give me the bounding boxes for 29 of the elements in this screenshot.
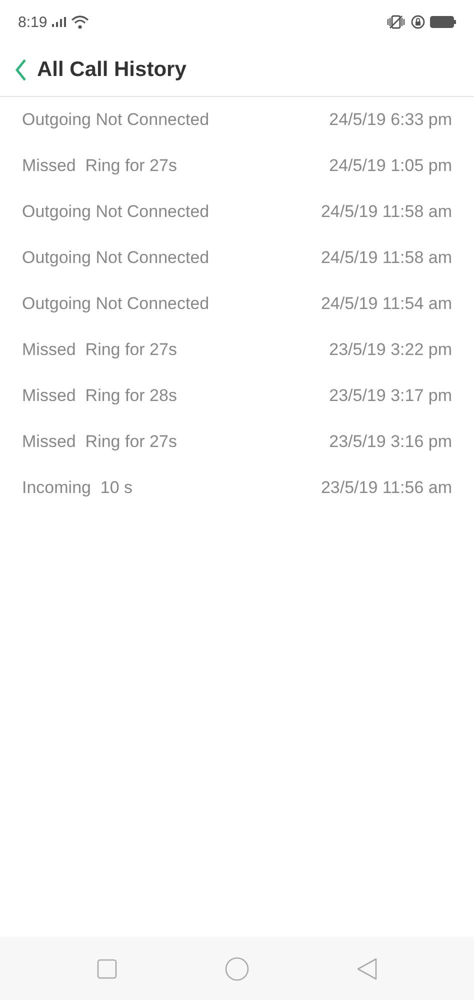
call-time: 23/5/19 3:16 pm (329, 432, 452, 452)
call-type: Incoming 10 s (22, 478, 133, 498)
call-time: 23/5/19 3:22 pm (329, 340, 452, 360)
call-time: 23/5/19 3:17 pm (329, 386, 452, 406)
vibrate-icon (386, 15, 406, 29)
call-time: 23/5/19 11:56 am (320, 478, 452, 498)
call-type: Outgoing Not Connected (22, 110, 210, 130)
call-type: Outgoing Not Connected (22, 248, 210, 268)
page-title: All Call History (37, 58, 186, 82)
call-type: Missed Ring for 27s (22, 156, 177, 176)
wifi-icon (71, 15, 90, 29)
signal-icon (52, 17, 66, 27)
back-nav-icon[interactable] (357, 958, 377, 980)
call-time: 24/5/19 11:54 am (320, 294, 452, 314)
call-time: 24/5/19 11:58 am (320, 202, 452, 222)
call-time: 24/5/19 6:33 pm (329, 110, 452, 130)
call-type: Outgoing Not Connected (22, 294, 210, 314)
call-type: Missed Ring for 28s (22, 386, 177, 406)
status-time: 8:19 (18, 14, 48, 30)
call-time: 24/5/19 1:05 pm (329, 156, 452, 176)
home-icon[interactable] (225, 956, 249, 980)
back-icon[interactable] (14, 58, 28, 82)
recents-icon[interactable] (97, 958, 117, 978)
call-type: Missed Ring for 27s (22, 432, 177, 452)
battery-icon (430, 16, 456, 28)
call-type: Missed Ring for 27s (22, 340, 177, 360)
call-type: Outgoing Not Connected (22, 202, 210, 222)
lock-icon (411, 15, 425, 29)
call-time: 24/5/19 11:58 am (320, 248, 452, 268)
